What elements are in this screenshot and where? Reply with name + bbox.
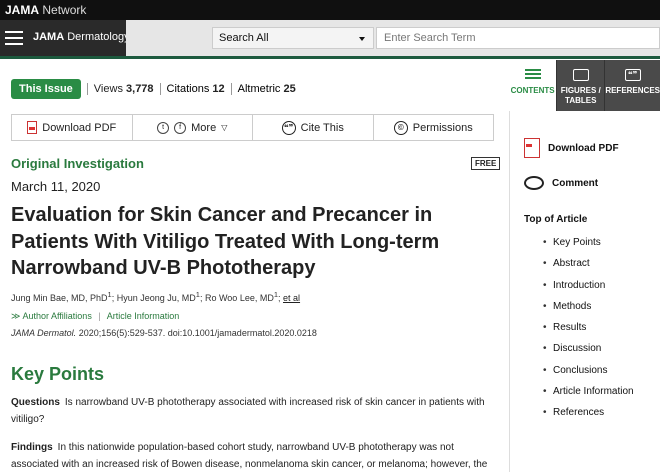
toc-item[interactable]: References <box>543 406 634 427</box>
sidebar-comment[interactable]: Comment <box>524 176 598 190</box>
chevron-down-icon: ▽ <box>221 123 228 132</box>
tab-figures-tables[interactable]: FIGURES / TABLES <box>556 60 605 111</box>
menu-icon[interactable] <box>5 31 23 45</box>
free-badge: FREE <box>471 157 501 170</box>
toc-item[interactable]: Discussion <box>543 342 634 363</box>
download-pdf-button[interactable]: Download PDF <box>12 115 132 140</box>
journal-logo[interactable]: JAMA Dermatology <box>33 31 130 43</box>
sidebar-divider <box>509 60 510 472</box>
comment-icon <box>524 176 544 190</box>
toc-item[interactable]: Conclusions <box>543 364 634 385</box>
search-area: Search All Enter Search Term <box>126 20 660 56</box>
quote-icon: ❝❞ <box>624 69 641 81</box>
this-issue-button[interactable]: This Issue <box>11 79 81 99</box>
chart-icon <box>572 69 589 81</box>
citation-line: JAMA Dermatol. 2020;156(5):529-537. doi:… <box>11 328 317 338</box>
sidebar-tabs: CONTENTS FIGURES / TABLES ❝❞ REFERENCES <box>509 60 660 111</box>
chevron-right-icon: ≫ <box>11 311 21 321</box>
list-icon <box>524 69 541 81</box>
search-scope-select[interactable]: Search All <box>212 27 374 49</box>
article-title: Evaluation for Skin Cancer and Precancer… <box>11 204 440 279</box>
network-bar: JAMA Network <box>0 0 660 20</box>
citations-stat[interactable]: Citations 12 <box>159 83 231 95</box>
copyright-icon: © <box>393 120 408 135</box>
share-more-button[interactable]: t f More ▽ <box>131 115 253 140</box>
table-of-contents: Key Points Abstract Introduction Methods… <box>543 236 634 428</box>
findings-paragraph: Findings In this nationwide population-ba… <box>11 442 488 470</box>
publication-date: March 11, 2020 <box>11 179 101 194</box>
tab-contents[interactable]: CONTENTS <box>509 60 557 111</box>
search-input[interactable]: Enter Search Term <box>376 27 660 49</box>
article-metrics: This Issue Views 3,778 Citations 12 Altm… <box>11 78 302 100</box>
toc-item[interactable]: Results <box>543 321 634 342</box>
journal-header: JAMA Dermatology Search All Enter Search… <box>0 20 660 56</box>
chevron-down-icon <box>359 37 365 41</box>
toc-item[interactable]: Methods <box>543 300 634 321</box>
cite-this-button[interactable]: ❝❞ Cite This <box>252 115 373 140</box>
et-al-link[interactable]: et al <box>283 293 300 303</box>
key-points-heading: Key Points <box>11 364 105 384</box>
jama-network-logo[interactable]: JAMA Network <box>5 3 86 17</box>
toc-item[interactable]: Abstract <box>543 257 634 278</box>
quote-icon: ❝❞ <box>281 120 296 135</box>
author-list: Jung Min Bae, MD, PhD1; Hyun Jeong Ju, M… <box>11 290 301 303</box>
article-information-link[interactable]: Article Information <box>107 311 180 321</box>
article-links: ≫ Author Affiliations | Article Informat… <box>11 311 179 322</box>
author-affiliations-link[interactable]: Author Affiliations <box>22 311 91 321</box>
sidebar-download-pdf[interactable]: Download PDF <box>524 138 619 158</box>
facebook-icon[interactable]: f <box>174 121 187 134</box>
questions-paragraph: Questions Is narrowband UV-B phototherapy… <box>11 397 485 425</box>
twitter-icon[interactable]: t <box>157 121 170 134</box>
article-type: Original Investigation <box>11 156 144 171</box>
toc-item[interactable]: Article Information <box>543 385 634 406</box>
permissions-button[interactable]: © Permissions <box>372 115 494 140</box>
tab-references[interactable]: ❝❞ REFERENCES <box>604 60 660 111</box>
toc-item[interactable]: Key Points <box>543 236 634 257</box>
toc-item[interactable]: Introduction <box>543 279 634 300</box>
views-stat[interactable]: Views 3,778 <box>86 83 160 95</box>
altmetric-stat[interactable]: Altmetric 25 <box>230 83 302 95</box>
toc-heading: Top of Article <box>524 214 588 225</box>
article-toolbar: Download PDF t f More ▽ ❝❞ Cite This © Pe… <box>11 114 494 141</box>
pdf-icon <box>524 138 540 158</box>
pdf-icon <box>27 121 38 134</box>
link-separator: | <box>98 311 101 321</box>
header-divider <box>0 56 660 59</box>
